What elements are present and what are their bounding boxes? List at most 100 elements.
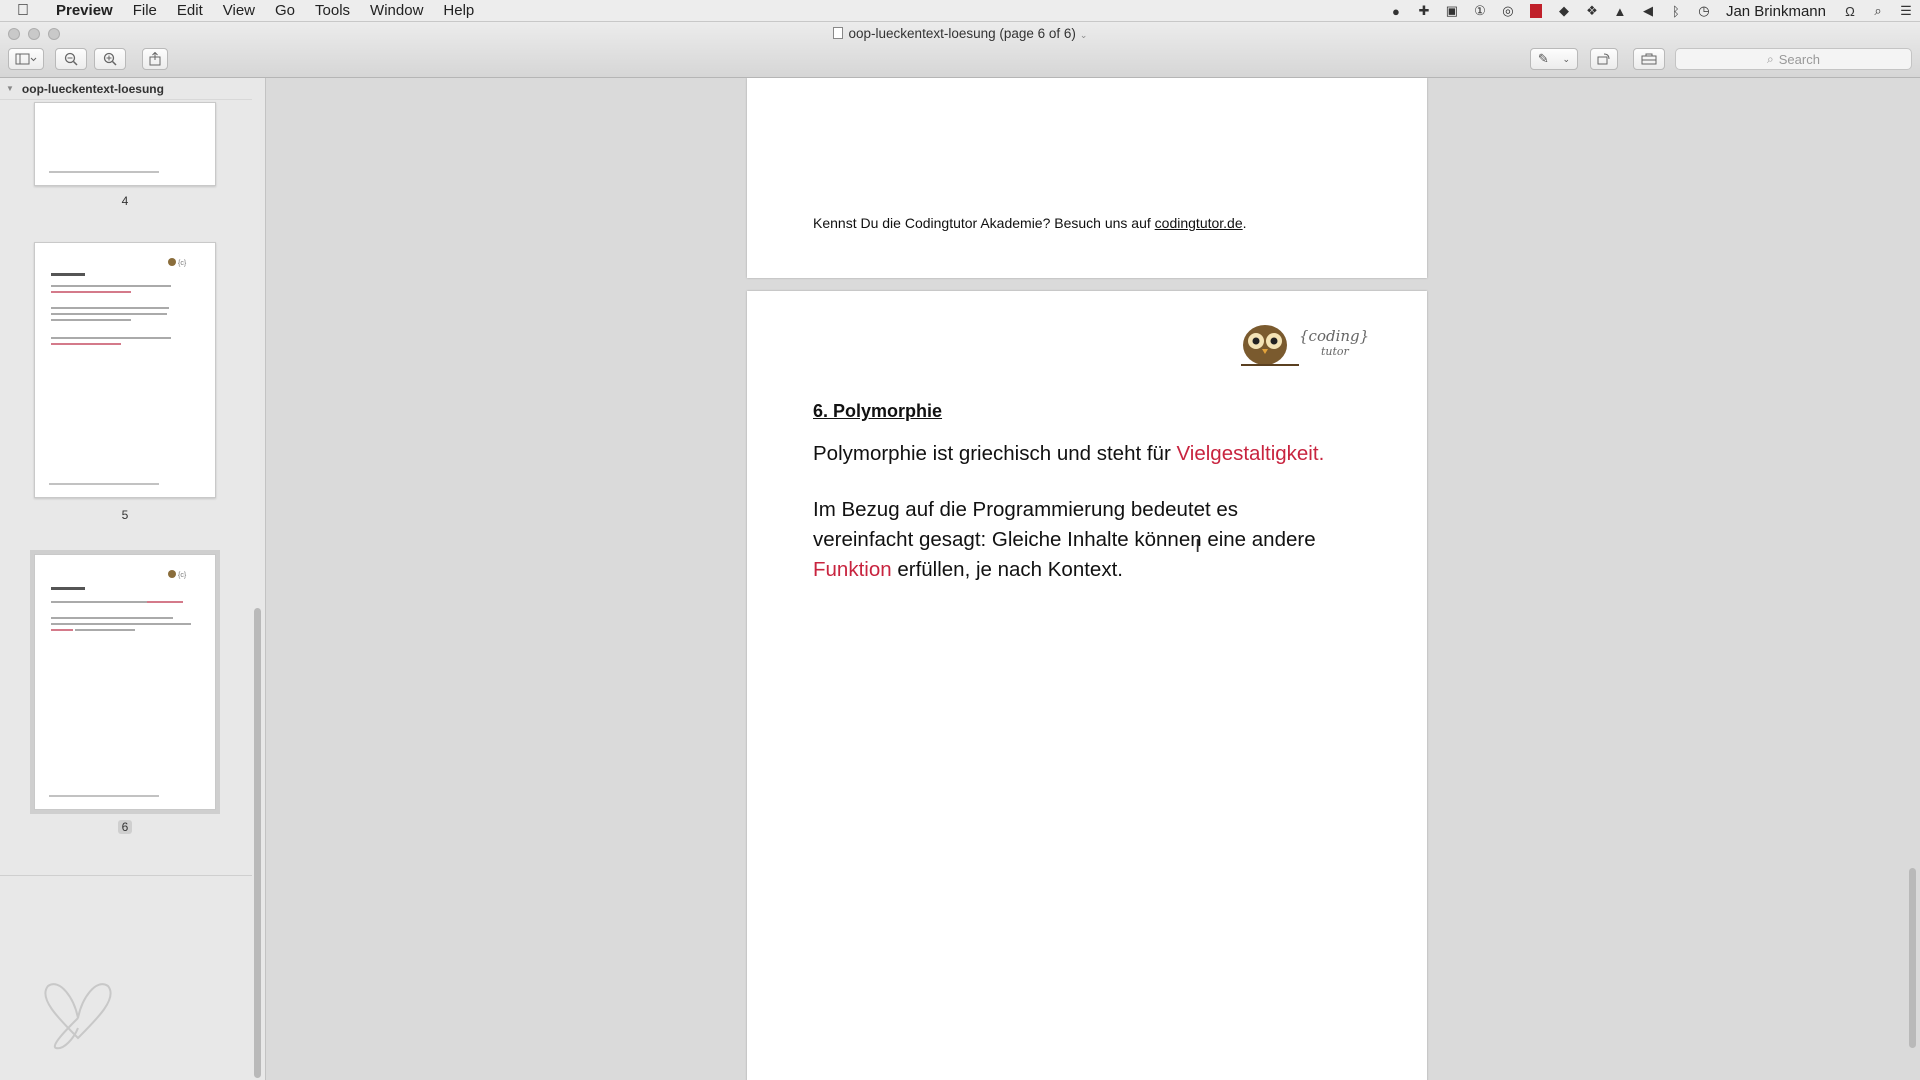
page-footer-text: Kennst Du die Codingtutor Akademie? Besu… bbox=[813, 215, 1155, 231]
thumbnail-text-line bbox=[51, 313, 167, 315]
paragraph-2-line-3: Funktion erfüllen, je nach Kontext. bbox=[813, 555, 1373, 585]
notification-center-icon[interactable]: ☰ bbox=[1898, 3, 1914, 18]
pdf-document-icon bbox=[832, 27, 843, 39]
sidebar-toggle-button[interactable] bbox=[8, 48, 44, 70]
page-footer-end: . bbox=[1242, 215, 1247, 231]
thumbnail-text-line bbox=[51, 319, 131, 321]
sidebar-document-header[interactable]: ▼ oop-lueckentext-loesung bbox=[0, 78, 252, 100]
chevron-down-icon: ⌄ bbox=[1079, 30, 1088, 40]
thumbnail-text-line bbox=[51, 337, 171, 339]
zoom-in-icon bbox=[103, 52, 117, 66]
paragraph-1-text: Polymorphie ist griechisch und steht für bbox=[813, 442, 1177, 465]
chat-icon[interactable]: ◆ bbox=[1556, 3, 1572, 18]
paragraph-2-end: erfüllen, je nach Kontext. bbox=[891, 558, 1123, 581]
thumbnail-footer-line bbox=[49, 795, 159, 797]
menu-app-preview[interactable]: Preview bbox=[46, 2, 123, 19]
plus-cross-icon[interactable]: ✚ bbox=[1416, 3, 1432, 18]
disclosure-triangle-icon[interactable]: ▼ bbox=[6, 84, 14, 93]
thumbnail-text-line bbox=[51, 587, 85, 590]
page-thumbnail-6[interactable]: {c} bbox=[30, 550, 220, 814]
menu-go[interactable]: Go bbox=[265, 2, 305, 19]
sidebar-scrollbar[interactable] bbox=[254, 608, 261, 1078]
butterfly-watermark-icon bbox=[44, 983, 112, 1050]
search-field[interactable]: ⌕ Search bbox=[1675, 48, 1912, 70]
thumbnail-text-line bbox=[51, 623, 191, 625]
page-thumbnail-label-selected: 6 bbox=[118, 820, 132, 834]
menu-tools[interactable]: Tools bbox=[305, 2, 360, 19]
menu-help[interactable]: Help bbox=[433, 2, 484, 19]
menu-file[interactable]: File bbox=[123, 2, 167, 19]
page-thumbnail-5[interactable]: {c} bbox=[34, 242, 216, 498]
logo-text-tutor: tutor bbox=[1321, 345, 1350, 358]
search-placeholder: Search bbox=[1778, 51, 1820, 67]
paragraph-2-line-1: Im Bezug auf die Programmierung bedeutet… bbox=[813, 498, 1239, 521]
drive-icon[interactable]: ▲ bbox=[1612, 4, 1628, 19]
thumbnail-text-line bbox=[51, 343, 121, 345]
menu-edit[interactable]: Edit bbox=[167, 2, 213, 19]
thumbnail-text-line bbox=[51, 629, 73, 631]
pdf-page-5: Kennst Du die Codingtutor Akademie? Besu… bbox=[747, 78, 1427, 278]
sidebar-icon bbox=[15, 53, 37, 65]
paragraph-2: Im Bezug auf die Programmierung bedeutet… bbox=[813, 495, 1373, 585]
sidebar-document-name: oop-lueckentext-loesung bbox=[21, 81, 164, 96]
thumbnail-text-line bbox=[51, 601, 147, 603]
creative-cloud-icon[interactable]: ◎ bbox=[1500, 3, 1516, 18]
page-footer: Kennst Du die Codingtutor Akademie? Besu… bbox=[813, 215, 1247, 231]
section-heading: 6. Polymorphie bbox=[813, 401, 943, 421]
thumbnail-footer-line bbox=[49, 483, 159, 485]
zoom-out-icon bbox=[64, 52, 78, 66]
thumbnail-text-line bbox=[51, 291, 131, 293]
red-square-icon[interactable] bbox=[1528, 4, 1544, 18]
thumbnail-footer-line bbox=[49, 171, 159, 173]
volume-icon[interactable]: ◀ bbox=[1640, 3, 1656, 18]
highlighted-term-funktion: Funktion bbox=[813, 558, 892, 581]
share-button[interactable] bbox=[142, 48, 168, 70]
markup-toolbox-button[interactable] bbox=[1633, 48, 1665, 70]
document-icon[interactable]: ▣ bbox=[1444, 3, 1460, 18]
time-machine-icon[interactable]: ◷ bbox=[1696, 3, 1712, 18]
footer-link[interactable]: codingtutor.de bbox=[1155, 215, 1243, 231]
menu-bar:  Preview File Edit View Go Tools Window… bbox=[0, 0, 1920, 22]
thumbnail-text-line bbox=[51, 273, 85, 276]
markup-pen-button[interactable]: ✎ ⌄ bbox=[1530, 48, 1578, 70]
evernote-icon[interactable]: ● bbox=[1388, 4, 1404, 19]
search-icon: ⌕ bbox=[1767, 51, 1774, 66]
headphones-icon[interactable]: Ω bbox=[1842, 4, 1858, 19]
sidebar-divider bbox=[0, 875, 252, 876]
pen-icon: ✎ bbox=[1537, 51, 1549, 66]
page-thumbnail-label: 5 bbox=[121, 508, 129, 522]
paragraph-1-end: . bbox=[1318, 442, 1325, 465]
bluetooth-icon[interactable]: ᛒ bbox=[1668, 4, 1684, 19]
spotlight-search-icon[interactable]: ⌕ bbox=[1870, 3, 1886, 18]
user-name[interactable]: Jan Brinkmann bbox=[1726, 3, 1826, 20]
thumbnail-text-line bbox=[51, 617, 173, 619]
dropbox-icon[interactable]: ❖ bbox=[1584, 3, 1600, 18]
page-thumbnail-4[interactable] bbox=[34, 102, 216, 186]
rotate-button[interactable] bbox=[1590, 48, 1618, 70]
thumbnail-text-line bbox=[75, 629, 135, 631]
window-toolbar: oop-lueckentext-loesung (page 6 of 6) ⌄ ✎… bbox=[0, 22, 1920, 78]
zoom-in-button[interactable] bbox=[94, 48, 126, 70]
window-title[interactable]: oop-lueckentext-loesung (page 6 of 6) ⌄ bbox=[0, 26, 1920, 41]
codingtutor-logo: {coding} tutor bbox=[1239, 323, 1369, 367]
svg-text:{c}: {c} bbox=[178, 260, 187, 267]
pdf-page-6: {coding} tutor 6. Polymorphie Polymorphi… bbox=[747, 291, 1427, 1080]
document-view[interactable]: Kennst Du die Codingtutor Akademie? Besu… bbox=[266, 78, 1920, 1080]
thumbnail-text-line bbox=[147, 601, 183, 603]
paragraph-2-line-2: vereinfacht gesagt: Gleiche Inhalte könn… bbox=[813, 528, 1316, 551]
share-icon bbox=[149, 52, 161, 66]
paragraph-1: Polymorphie ist griechisch und steht für… bbox=[813, 439, 1324, 469]
thumbnail-sidebar: ▼ oop-lueckentext-loesung 4 {c} 5 {c} 6 bbox=[0, 78, 266, 1080]
menu-window[interactable]: Window bbox=[360, 2, 433, 19]
page-thumbnail-label: 4 bbox=[121, 194, 129, 208]
document-scrollbar[interactable] bbox=[1909, 868, 1916, 1048]
logo-thumbnail-icon: {c} bbox=[167, 567, 199, 579]
onepassword-icon[interactable]: ① bbox=[1472, 3, 1488, 18]
highlighted-term-vielgestaltigkeit: Vielgestaltigkeit bbox=[1176, 442, 1319, 465]
toolbox-icon bbox=[1641, 53, 1657, 65]
apple-menu-icon[interactable]:  bbox=[0, 2, 46, 20]
owl-logo-icon: {coding} tutor bbox=[1241, 325, 1369, 366]
thumbnail-text-line bbox=[51, 307, 169, 309]
zoom-out-button[interactable] bbox=[55, 48, 87, 70]
menu-view[interactable]: View bbox=[213, 2, 265, 19]
